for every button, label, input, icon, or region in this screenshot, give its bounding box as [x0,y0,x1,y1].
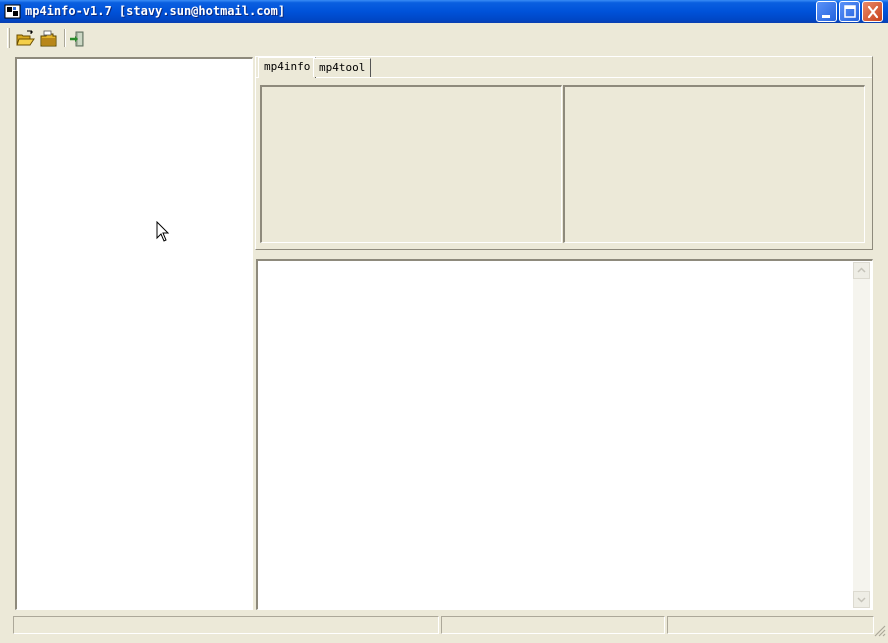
info-panel-left [260,85,562,243]
details-text-area[interactable] [256,259,873,610]
close-icon [867,5,879,19]
open-file-button[interactable] [14,28,36,50]
details-scrollbar[interactable] [853,262,870,608]
chevron-up-icon [857,267,866,273]
tab-mp4info[interactable]: mp4info [258,57,317,78]
info-panel-right [563,85,865,243]
maximize-icon [844,5,856,18]
exit-button[interactable] [67,28,89,50]
open-folder-button[interactable] [38,28,60,50]
minimize-button[interactable] [816,1,837,22]
scroll-down-button[interactable] [853,591,870,608]
exit-door-icon [70,31,84,47]
folder-icon [40,30,57,47]
toolbar [0,24,888,54]
app-window: mp4info-v1.7 [stavy.sun@hotmail.com] mp4… [0,0,888,643]
chevron-down-icon [857,597,866,603]
file-tree-pane[interactable] [15,57,253,610]
minimize-icon [822,15,830,18]
resize-grip-icon[interactable] [872,623,886,637]
toolbar-grip[interactable] [7,28,10,48]
scroll-up-button[interactable] [853,262,870,279]
maximize-button[interactable] [839,1,860,22]
status-pane-2 [441,616,665,634]
close-button[interactable] [862,1,883,22]
mouse-cursor-icon [156,221,170,242]
title-bar[interactable]: mp4info-v1.7 [stavy.sun@hotmail.com] [0,0,888,23]
open-folder-icon [16,30,35,46]
window-title: mp4info-v1.7 [stavy.sun@hotmail.com] [25,4,286,18]
tab-mp4tool[interactable]: mp4tool [313,58,372,77]
status-bar [0,613,888,643]
app-icon [4,4,21,19]
toolbar-separator [64,29,66,47]
status-pane-1 [13,616,439,634]
status-pane-3 [667,616,874,634]
